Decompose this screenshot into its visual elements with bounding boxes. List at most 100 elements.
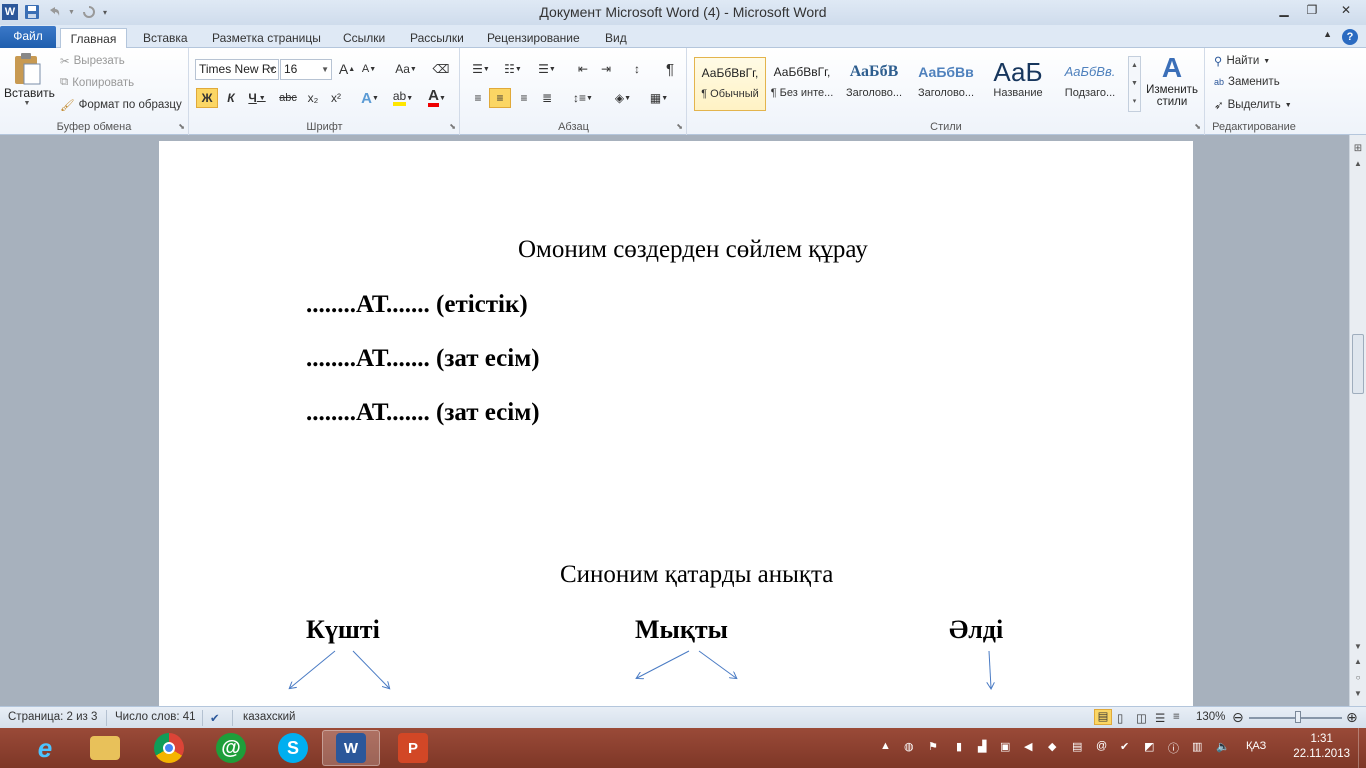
paste-button[interactable]: Вставить ▼ bbox=[4, 52, 55, 116]
highlight-button[interactable]: ab ▼ bbox=[389, 88, 417, 108]
shading-icon[interactable]: ◈ ▼ bbox=[609, 88, 637, 108]
zoom-out-icon[interactable]: ⊖ bbox=[1232, 709, 1244, 726]
prev-page-icon[interactable]: ▲ bbox=[1350, 657, 1366, 666]
line-spacing-icon[interactable]: ↕≡ ▼ bbox=[569, 88, 597, 108]
next-page-icon[interactable]: ▼ bbox=[1350, 689, 1366, 698]
scroll-down-icon[interactable]: ▼ bbox=[1350, 642, 1366, 651]
web-layout-icon[interactable]: ◫ bbox=[1136, 711, 1147, 725]
tab-review[interactable]: Рецензирование bbox=[481, 28, 586, 48]
decrease-indent-icon[interactable]: ⇤ bbox=[573, 59, 593, 79]
change-case-button[interactable]: Aa ▼ bbox=[393, 59, 419, 79]
zoom-level[interactable]: 130% bbox=[1196, 711, 1225, 723]
increase-indent-icon[interactable]: ⇥ bbox=[596, 59, 616, 79]
tray-info-icon[interactable]: ⓘ bbox=[1168, 740, 1179, 756]
help-icon[interactable]: ? bbox=[1342, 29, 1358, 45]
show-desktop-button[interactable] bbox=[1358, 728, 1366, 768]
close-button[interactable]: ✕ bbox=[1326, 0, 1366, 20]
font-size-combo[interactable]: 16 ▼ bbox=[280, 59, 332, 80]
tray-flag-icon[interactable]: ⚑ bbox=[928, 740, 938, 753]
clear-format-icon[interactable]: ⌫ bbox=[431, 59, 451, 79]
taskbar-mail-agent[interactable]: @ bbox=[202, 730, 260, 766]
tray-mail-icon[interactable]: @ bbox=[1096, 740, 1107, 752]
tray-speaker-icon[interactable]: 🔈 bbox=[1216, 740, 1230, 753]
minimize-ribbon-icon[interactable]: ▲ bbox=[1323, 29, 1332, 45]
minimize-button[interactable]: ▁ bbox=[1270, 0, 1298, 20]
vertical-scrollbar[interactable]: ⊞ ▲ ▼ ▲ ○ ▼ bbox=[1349, 135, 1366, 706]
font-launcher-icon[interactable]: ⬊ bbox=[449, 122, 456, 131]
bullets-icon[interactable]: ☰ ▼ bbox=[467, 59, 495, 79]
numbering-icon[interactable]: ☷ ▼ bbox=[499, 59, 527, 79]
tray-display-icon[interactable]: ▣ bbox=[1000, 740, 1010, 753]
cut-button[interactable]: ✂ Вырезать bbox=[60, 54, 125, 68]
tray-network-icon[interactable]: ◍ bbox=[904, 740, 914, 753]
tab-home[interactable]: Главная bbox=[60, 28, 127, 49]
align-center-icon[interactable]: ≡ bbox=[489, 88, 511, 108]
multilevel-list-icon[interactable]: ☰ ▼ bbox=[533, 59, 561, 79]
taskbar-word[interactable]: W bbox=[322, 730, 380, 766]
style-normal[interactable]: АаБбВвГг, ¶ Обычный bbox=[694, 57, 766, 111]
tray-monitor-icon[interactable]: ▤ bbox=[1072, 740, 1082, 753]
clipboard-launcher-icon[interactable]: ⬊ bbox=[178, 122, 185, 131]
justify-icon[interactable]: ≣ bbox=[536, 88, 558, 108]
bold-button[interactable]: Ж bbox=[196, 88, 218, 108]
style-heading1[interactable]: АаБбВ Заголово... bbox=[838, 57, 910, 111]
document-page[interactable]: Омоним сөздерден сөйлем құрау ........АТ… bbox=[159, 141, 1193, 706]
tab-file[interactable]: Файл bbox=[0, 26, 56, 48]
page-count[interactable]: Страница: 2 из 3 bbox=[8, 711, 97, 723]
styles-scroll-icon[interactable]: ▲ ▼ ▾ bbox=[1128, 56, 1141, 112]
styles-launcher-icon[interactable]: ⬊ bbox=[1194, 122, 1201, 131]
style-title[interactable]: АаБ Название bbox=[982, 57, 1054, 111]
word-count[interactable]: Число слов: 41 bbox=[115, 711, 196, 723]
outline-view-icon[interactable]: ☰ bbox=[1155, 711, 1165, 725]
text-effects-button[interactable]: A ▼ bbox=[358, 88, 382, 108]
tray-acrobat-icon[interactable]: ▲ bbox=[880, 740, 891, 752]
show-formatting-button[interactable]: ¶ bbox=[660, 59, 680, 79]
strikethrough-button[interactable]: abc bbox=[276, 88, 300, 108]
print-layout-icon[interactable]: ▤ bbox=[1094, 709, 1112, 725]
restore-button[interactable]: ❐ bbox=[1298, 0, 1326, 20]
taskbar-ie[interactable]: e bbox=[16, 730, 74, 766]
subscript-button[interactable]: x₂ bbox=[303, 88, 323, 108]
tab-references[interactable]: Ссылки bbox=[337, 28, 391, 48]
font-color-button[interactable]: A ▼ bbox=[423, 88, 451, 108]
underline-button[interactable]: Ч ▼ bbox=[244, 88, 270, 108]
find-button[interactable]: ⚲ Найти ▼ bbox=[1214, 54, 1270, 68]
draft-view-icon[interactable]: ≡ bbox=[1173, 711, 1180, 723]
tray-usb-icon[interactable]: ▥ bbox=[1192, 740, 1202, 753]
tab-view[interactable]: Вид bbox=[599, 28, 633, 48]
change-styles-button[interactable]: A Изменить стили bbox=[1144, 52, 1200, 108]
tray-battery-icon[interactable]: ▮ bbox=[956, 740, 962, 753]
tray-chat-icon[interactable]: ◩ bbox=[1144, 740, 1154, 753]
superscript-button[interactable]: x² bbox=[326, 88, 346, 108]
copy-button[interactable]: ⧉ Копировать bbox=[60, 76, 134, 89]
zoom-slider-thumb[interactable] bbox=[1295, 711, 1301, 723]
align-left-icon[interactable]: ≡ bbox=[467, 88, 489, 108]
zoom-in-icon[interactable]: ⊕ bbox=[1346, 709, 1358, 726]
clock[interactable]: 1:31 22.11.2013 bbox=[1293, 732, 1350, 762]
tray-nvidia-icon[interactable]: ◆ bbox=[1048, 740, 1056, 753]
taskbar-explorer[interactable] bbox=[76, 730, 134, 766]
style-heading2[interactable]: АаБбВв Заголово... bbox=[910, 57, 982, 111]
paragraph-launcher-icon[interactable]: ⬊ bbox=[676, 122, 683, 131]
format-painter-button[interactable]: 🖌 Формат по образцу bbox=[60, 98, 182, 112]
keyboard-language[interactable]: ҚАЗ bbox=[1246, 740, 1266, 752]
tray-security-icon[interactable]: ✔ bbox=[1120, 740, 1129, 753]
language-indicator[interactable]: казахский bbox=[243, 711, 295, 723]
tab-insert[interactable]: Вставка bbox=[137, 28, 194, 48]
align-right-icon[interactable]: ≡ bbox=[513, 88, 535, 108]
ruler-toggle-icon[interactable]: ⊞ bbox=[1350, 143, 1366, 154]
browse-object-icon[interactable]: ○ bbox=[1350, 673, 1366, 682]
scroll-thumb[interactable] bbox=[1352, 334, 1364, 394]
shrink-font-button[interactable]: A ▼ bbox=[360, 59, 378, 79]
style-no-spacing[interactable]: АаБбВвГг, ¶ Без инте... bbox=[766, 57, 838, 111]
grow-font-button[interactable]: A ▲ bbox=[338, 59, 356, 79]
reading-view-icon[interactable]: ▯ bbox=[1117, 711, 1123, 725]
tab-page-layout[interactable]: Разметка страницы bbox=[206, 28, 327, 48]
tray-volume-icon[interactable]: ◀ bbox=[1024, 740, 1032, 753]
taskbar-skype[interactable]: S bbox=[264, 730, 322, 766]
tray-signal-icon[interactable]: ▟ bbox=[978, 740, 986, 753]
tab-mailings[interactable]: Рассылки bbox=[404, 28, 470, 48]
replace-button[interactable]: ab Заменить bbox=[1214, 76, 1280, 88]
proofing-icon[interactable]: ✔ bbox=[210, 711, 220, 725]
taskbar-powerpoint[interactable]: P bbox=[384, 730, 442, 766]
